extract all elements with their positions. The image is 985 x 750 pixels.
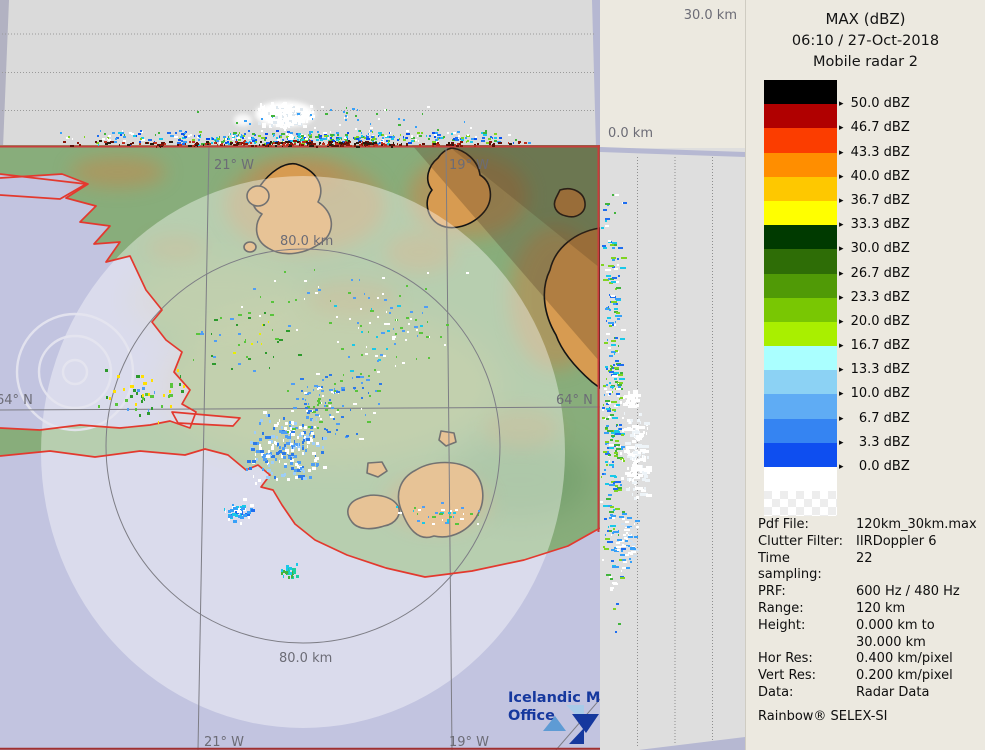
- tick-arrow-icon: ▸: [839, 462, 844, 472]
- metadata-value: 120km_30km.max: [856, 517, 980, 534]
- metadata-row: Clutter Filter: IIRDoppler 6: [758, 534, 980, 551]
- colorbar-band: [764, 80, 837, 104]
- colorbar-band: [764, 298, 837, 322]
- panel-edge-bottom: [622, 737, 745, 750]
- panel-edge-left: [0, 0, 9, 148]
- colorbar-band: [764, 104, 837, 128]
- metadata-label: PRF:: [758, 584, 856, 601]
- metadata-value: 22: [856, 551, 980, 585]
- colorbar-band-transparent: [764, 491, 837, 516]
- panel-edge-top: [600, 147, 745, 157]
- colorbar-band: [764, 274, 837, 298]
- metadata-row: Pdf File: 120km_30km.max: [758, 517, 980, 534]
- product-header: MAX (dBZ) 06:10 / 27-Oct-2018 Mobile rad…: [746, 0, 985, 73]
- imo-logo-text-1: Icelandic Met: [508, 690, 600, 706]
- lon-label-21w-bottom: 21° W: [204, 735, 244, 750]
- right-panel-graphics: [600, 0, 745, 750]
- dbz-value: 0.0: [847, 459, 880, 474]
- legend-entry: ▸13.3 dBZ: [839, 346, 969, 370]
- top-height-profile-panel: [0, 0, 600, 148]
- legend-entry: ▸23.3 dBZ: [839, 274, 969, 298]
- lon-label-19w-top: 19° W: [449, 158, 489, 173]
- software-branding: Rainbow® SELEX-SI: [758, 709, 888, 724]
- legend-entry: ▸43.3 dBZ: [839, 128, 969, 152]
- product-title: MAX (dBZ): [746, 9, 985, 31]
- colorbar-band: [764, 225, 837, 249]
- radar-application-window: 30.0 km 0.0 km: [0, 0, 985, 750]
- legend-entry: ▸50.0 dBZ: [839, 80, 969, 104]
- colorbar-band: [764, 419, 837, 443]
- legend-entry: ▸0.0 dBZ: [839, 443, 969, 467]
- colorbar-band: [764, 201, 837, 225]
- metadata-label: Range:: [758, 601, 856, 618]
- lon-label-21w-top: 21° W: [214, 158, 254, 173]
- metadata-label: Hor Res:: [758, 651, 856, 668]
- colorbar-band: [764, 443, 837, 467]
- lon-label-19w-bottom: 19° W: [449, 735, 489, 750]
- metadata-value: 0.200 km/pixel: [856, 668, 980, 685]
- legend-entry: ▸3.3 dBZ: [839, 419, 969, 443]
- top-panel-graphics: [0, 0, 600, 148]
- panel-edge-right: [592, 0, 600, 148]
- legend-entry: ▸36.7 dBZ: [839, 177, 969, 201]
- dbz-labels: ▸50.0 dBZ ▸46.7 dBZ ▸43.3 dBZ ▸40.0 dBZ …: [839, 80, 969, 467]
- echo-top-white-blob: [234, 101, 315, 127]
- metadata-value: IIRDoppler 6: [856, 534, 980, 551]
- lat-label-64n-left: 64° N: [0, 393, 33, 408]
- legend-entry: ▸40.0 dBZ: [839, 153, 969, 177]
- metadata-value: Radar Data: [856, 685, 980, 702]
- legend-entry: ▸30.0 dBZ: [839, 225, 969, 249]
- legend-entry: ▸16.7 dBZ: [839, 322, 969, 346]
- legend-entry: ▸26.7 dBZ: [839, 249, 969, 273]
- product-timestamp: 06:10 / 27-Oct-2018: [746, 31, 985, 52]
- colorbar-below-zero: [764, 467, 837, 516]
- dbz-unit: dBZ: [884, 459, 910, 474]
- colorbar-band: [764, 249, 837, 273]
- metadata-row: Range: 120 km: [758, 601, 980, 618]
- radar-map-display: 21° W 19° W 64° N 64° N 80.0 km 80.0 km …: [0, 145, 600, 750]
- range-ring-label-bottom: 80.0 km: [279, 651, 332, 666]
- colorbar-band: [764, 322, 837, 346]
- metadata-value-line2: 30.000 km: [856, 635, 980, 652]
- height-gridlines-vertical: [638, 157, 713, 748]
- legend-entry: ▸6.7 dBZ: [839, 394, 969, 418]
- scan-metadata: Pdf File: 120km_30km.max Clutter Filter:…: [758, 517, 980, 702]
- colorbar-band: [764, 346, 837, 370]
- metadata-value: 600 Hz / 480 Hz: [856, 584, 980, 601]
- metadata-row: Vert Res: 0.200 km/pixel: [758, 668, 980, 685]
- range-ring-label-top: 80.0 km: [280, 234, 333, 249]
- metadata-row: Hor Res: 0.400 km/pixel: [758, 651, 980, 668]
- dbz-colorbar: [764, 80, 837, 467]
- legend-entry: ▸46.7 dBZ: [839, 104, 969, 128]
- radar-name: Mobile radar 2: [746, 52, 985, 73]
- legend-info-panel: MAX (dBZ) 06:10 / 27-Oct-2018 Mobile rad…: [745, 0, 985, 750]
- metadata-value: 0.400 km/pixel: [856, 651, 980, 668]
- metadata-value: 0.000 km to: [856, 618, 980, 635]
- legend-entry: ▸20.0 dBZ: [839, 298, 969, 322]
- metadata-label: Height:: [758, 618, 856, 635]
- metadata-row: Data: Radar Data: [758, 685, 980, 702]
- metadata-row: Time sampling: 22: [758, 551, 980, 585]
- colorbar-band: [764, 370, 837, 394]
- metadata-value: 120 km: [856, 601, 980, 618]
- right-height-profile-panel: 30.0 km 0.0 km: [600, 0, 745, 750]
- metadata-label: Pdf File:: [758, 517, 856, 534]
- metadata-label: Vert Res:: [758, 668, 856, 685]
- colorbar-band: [764, 177, 837, 201]
- metadata-label: Clutter Filter:: [758, 534, 856, 551]
- legend-entry: ▸33.3 dBZ: [839, 201, 969, 225]
- colorbar-band: [764, 128, 837, 152]
- lat-label-64n-right: 64° N: [556, 393, 593, 408]
- metadata-label: Time sampling:: [758, 551, 856, 585]
- colorbar-band: [764, 394, 837, 418]
- metadata-row: PRF: 600 Hz / 480 Hz: [758, 584, 980, 601]
- metadata-label: Data:: [758, 685, 856, 702]
- legend-entry: ▸10.0 dBZ: [839, 370, 969, 394]
- map-svg: 21° W 19° W 64° N 64° N 80.0 km 80.0 km …: [0, 145, 600, 750]
- colorbar-band-white: [764, 467, 837, 491]
- metadata-row: Height: 0.000 km to: [758, 618, 980, 635]
- colorbar-band: [764, 153, 837, 177]
- imo-logo-text-2: Office: [508, 708, 555, 724]
- height-gridlines: [2, 34, 596, 111]
